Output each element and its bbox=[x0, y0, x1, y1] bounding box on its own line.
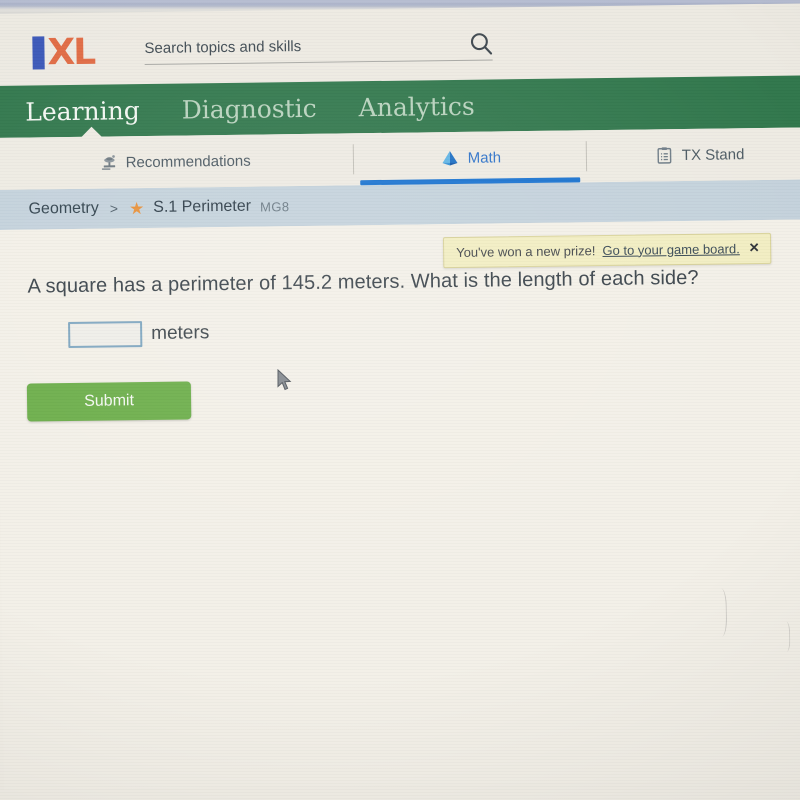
nav-item-diagnostic-label: Diagnostic bbox=[181, 93, 317, 125]
answer-input[interactable] bbox=[68, 321, 143, 349]
logo-i-bar bbox=[32, 35, 45, 69]
prize-banner: You've won a new prize! Go to your game … bbox=[442, 232, 771, 269]
game-board-link[interactable]: Go to your game board. bbox=[602, 241, 739, 258]
clipboard-icon bbox=[657, 146, 672, 164]
tab-math-label: Math bbox=[467, 148, 502, 167]
breadcrumb-separator: > bbox=[109, 200, 119, 217]
breadcrumb-parent[interactable]: Geometry bbox=[28, 200, 98, 219]
favorite-star-icon[interactable]: ★ bbox=[129, 199, 144, 218]
ixl-logo[interactable]: XL bbox=[32, 31, 95, 73]
photo-blemish bbox=[713, 588, 728, 637]
main-content: You've won a new prize! Go to your game … bbox=[0, 219, 800, 790]
podium-icon bbox=[101, 154, 115, 170]
nav-item-learning[interactable]: Learning bbox=[25, 96, 140, 126]
logo-xl-text: XL bbox=[47, 31, 95, 73]
nav-item-analytics-label: Analytics bbox=[358, 91, 475, 122]
photo-blemish bbox=[781, 621, 791, 652]
nav-item-diagnostic[interactable]: Diagnostic bbox=[182, 93, 317, 124]
nav-item-analytics[interactable]: Analytics bbox=[358, 91, 474, 122]
tab-recommendations-label: Recommendations bbox=[125, 152, 251, 171]
search-bar[interactable] bbox=[144, 33, 493, 66]
submit-button[interactable]: Submit bbox=[26, 381, 192, 422]
answer-unit-label: meters bbox=[151, 322, 210, 344]
close-icon[interactable]: ✕ bbox=[749, 240, 760, 256]
tab-tx-standards-label: TX Stand bbox=[681, 145, 745, 164]
search-icon[interactable] bbox=[468, 30, 494, 56]
tab-recommendations[interactable]: Recommendations bbox=[0, 133, 354, 190]
site-header: XL bbox=[0, 3, 800, 86]
prize-message: You've won a new prize! bbox=[456, 242, 596, 260]
subject-tabbar: Recommendations Math TX Stand bbox=[0, 127, 800, 190]
tab-tx-standards[interactable]: TX Stand bbox=[587, 127, 800, 182]
photographed-screen: XL Learning Diagnostic Analytics bbox=[0, 0, 800, 800]
ixl-page: XL Learning Diagnostic Analytics bbox=[0, 3, 800, 800]
breadcrumb-current-skill: S.1 Perimeter bbox=[153, 197, 252, 216]
nav-item-learning-label: Learning bbox=[25, 95, 140, 127]
question-text: A square has a perimeter of 145.2 meters… bbox=[27, 266, 699, 298]
answer-row: meters bbox=[68, 320, 210, 349]
tab-math[interactable]: Math bbox=[354, 130, 587, 186]
pyramid-icon bbox=[442, 151, 458, 166]
breadcrumb-skill-code: MG8 bbox=[259, 198, 290, 215]
